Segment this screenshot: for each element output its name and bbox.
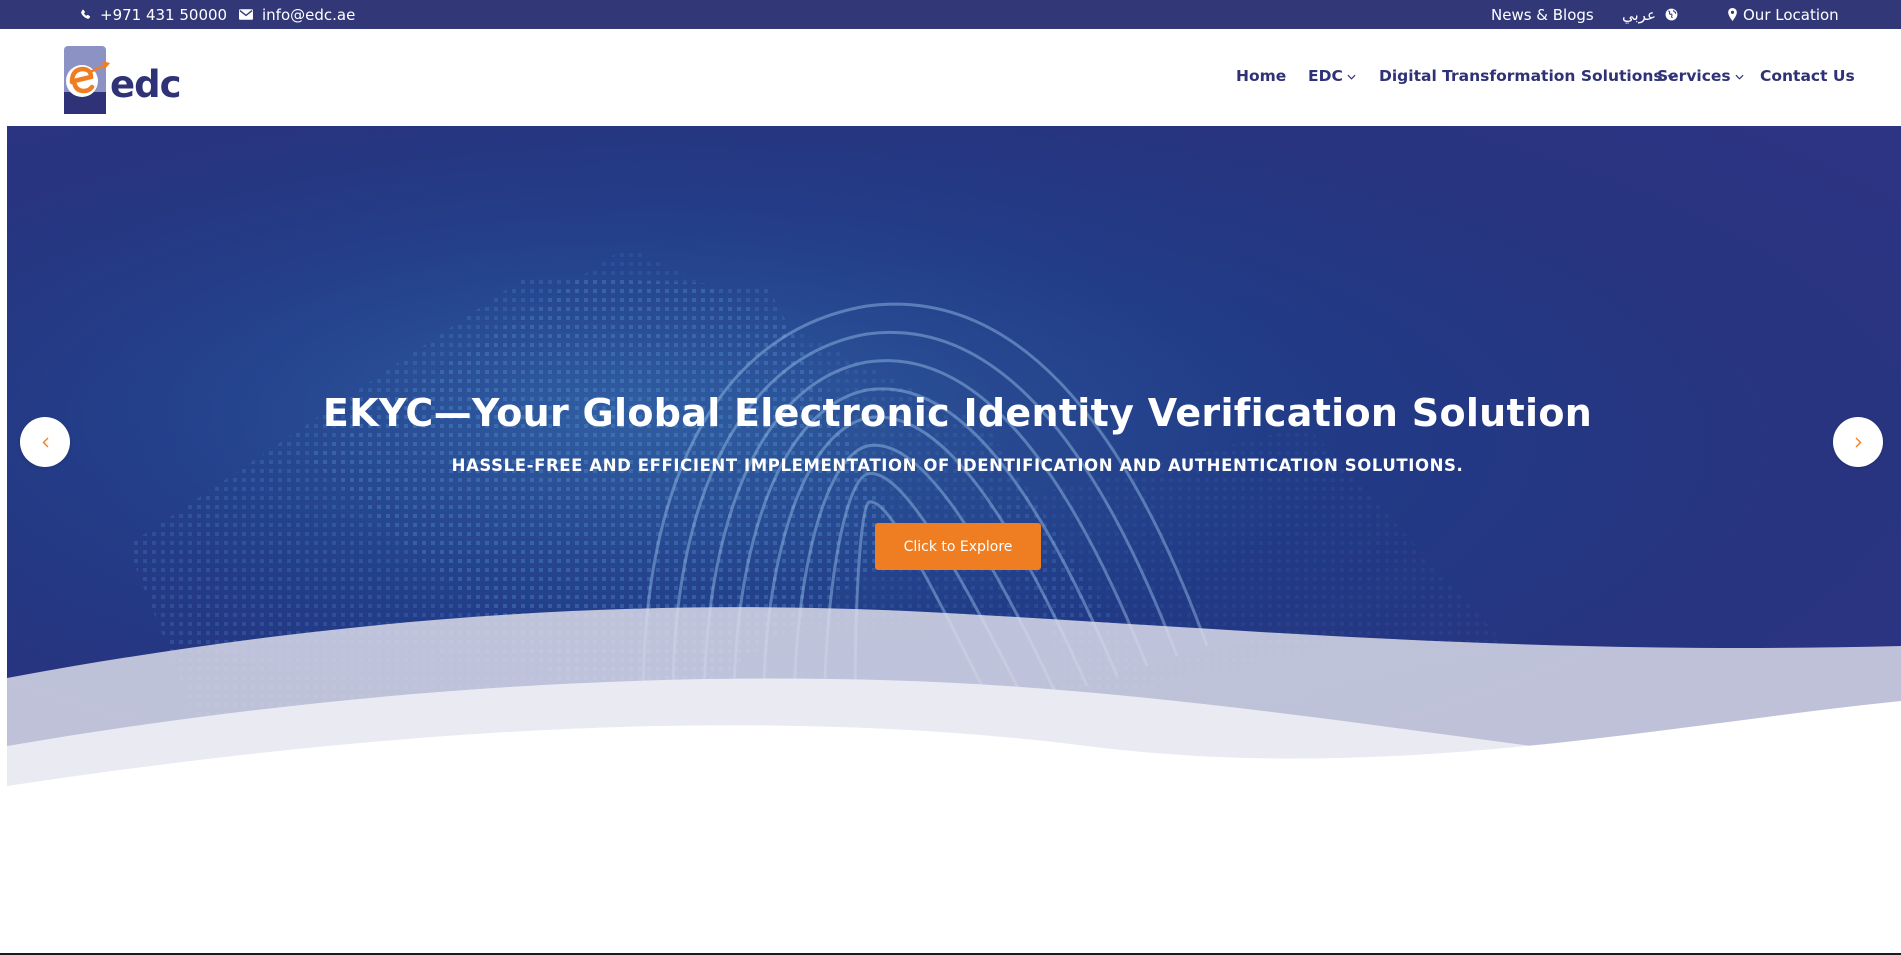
chevron-left-icon — [42, 437, 48, 447]
nav-contact-label: Contact Us — [1760, 67, 1855, 85]
chevron-down-icon — [1347, 74, 1356, 80]
language-switch-link[interactable]: عربي — [1622, 0, 1678, 29]
email-link[interactable]: info@edc.ae — [239, 0, 355, 29]
slider-prev-button[interactable] — [20, 417, 70, 467]
phone-icon — [81, 9, 91, 19]
phone-link[interactable]: +971 431 50000 — [80, 0, 227, 29]
nav-digital-transformation[interactable]: Digital Transformation Solutions — [1379, 67, 1676, 85]
chevron-down-icon — [1735, 74, 1744, 80]
map-pin-icon — [1728, 8, 1737, 21]
slider-next-button[interactable] — [1833, 417, 1883, 467]
location-label: Our Location — [1743, 5, 1839, 24]
our-location-link[interactable]: Our Location — [1728, 0, 1839, 29]
nav-edc[interactable]: EDC — [1308, 67, 1356, 85]
edc-logo[interactable]: edc — [64, 46, 182, 114]
chevron-right-icon — [1855, 437, 1861, 447]
fingerprint-background-image — [7, 126, 1901, 836]
nav-contact-us[interactable]: Contact Us — [1760, 67, 1855, 85]
arabic-label: عربي — [1622, 5, 1656, 24]
edc-logo-mark — [64, 46, 110, 114]
nav-edc-label: EDC — [1308, 67, 1343, 85]
explore-button[interactable]: Click to Explore — [875, 523, 1041, 570]
envelope-icon — [239, 9, 253, 20]
nav-dts-label: Digital Transformation Solutions — [1379, 67, 1663, 85]
top-bar: +971 431 50000 info@edc.ae News & Blogs … — [0, 0, 1901, 29]
nav-services[interactable]: Services — [1657, 67, 1744, 85]
news-blogs-link[interactable]: News & Blogs — [1491, 0, 1594, 29]
email-address: info@edc.ae — [262, 5, 356, 24]
phone-number: +971 431 50000 — [100, 5, 228, 24]
hero-subtitle: HASSLE-FREE AND EFFICIENT IMPLEMENTATION… — [451, 456, 1464, 475]
site-header: edc Home EDC Digital Transformation Solu… — [0, 29, 1901, 126]
nav-services-label: Services — [1657, 67, 1731, 85]
hero-slider: EKYC—Your Global Electronic Identity Ver… — [7, 126, 1901, 836]
nav-home[interactable]: Home — [1236, 67, 1286, 85]
news-blogs-label: News & Blogs — [1491, 5, 1594, 24]
logo-text: edc — [110, 63, 182, 106]
hero-title: EKYC—Your Global Electronic Identity Ver… — [322, 391, 1593, 435]
globe-icon — [1665, 8, 1678, 21]
nav-home-label: Home — [1236, 67, 1287, 85]
